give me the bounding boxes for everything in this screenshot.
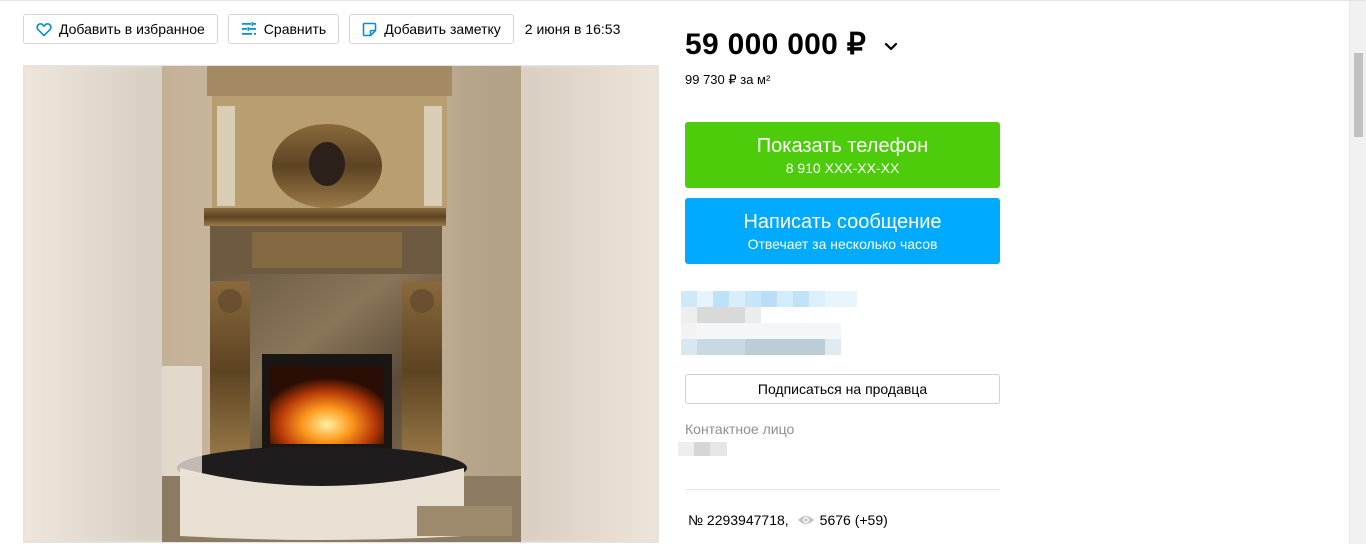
photo-gallery[interactable]: [23, 65, 659, 543]
write-message-response-time: Отвечает за несколько часов: [747, 235, 938, 252]
price-per-square-meter: 99 730 ₽ за м²: [685, 72, 771, 87]
add-to-favorites-button[interactable]: Добавить в избранное: [23, 14, 218, 44]
views-count: 5676 (+59): [819, 512, 888, 528]
show-phone-button[interactable]: Показать телефон 8 910 XXX-XX-XX: [685, 122, 1000, 188]
heart-icon: [36, 22, 52, 36]
subscribe-to-seller-button[interactable]: Подписаться на продавца: [685, 374, 1000, 404]
seller-name-pixelated[interactable]: [681, 291, 861, 359]
fireplace-photo: [162, 66, 521, 542]
divider: [685, 489, 1000, 490]
listing-number: № 2293947718,: [688, 512, 789, 528]
page-scrollbar[interactable]: [1349, 1, 1366, 544]
add-note-button[interactable]: Добавить заметку: [349, 14, 514, 44]
listing-page: Добавить в избранное Сравнить Добавить з…: [0, 0, 1366, 544]
listing-photo[interactable]: [162, 66, 521, 542]
note-icon: [362, 22, 377, 36]
compare-label: Сравнить: [263, 21, 327, 37]
show-phone-title: Показать телефон: [756, 134, 929, 157]
compare-button[interactable]: Сравнить: [227, 14, 340, 44]
chevron-down-icon[interactable]: [884, 42, 898, 51]
listing-meta: № 2293947718, 5676 (+59): [688, 512, 888, 528]
price-value: 59 000 000 ₽: [685, 28, 867, 61]
show-phone-number: 8 910 XXX-XX-XX: [785, 159, 900, 176]
scrollbar-thumb[interactable]: [1354, 53, 1363, 137]
write-message-title: Написать сообщение: [743, 210, 942, 233]
add-to-favorites-label: Добавить в избранное: [59, 21, 205, 37]
publish-date: 2 июня в 16:53: [524, 21, 621, 37]
compare-icon: [241, 22, 256, 35]
contact-person-name-pixelated: [678, 442, 728, 458]
add-note-label: Добавить заметку: [384, 21, 501, 37]
write-message-button[interactable]: Написать сообщение Отвечает за несколько…: [685, 198, 1000, 264]
listing-actions: Добавить в избранное Сравнить Добавить з…: [23, 14, 620, 44]
price: 59 000 000 ₽: [685, 27, 898, 62]
contact-person-label: Контактное лицо: [685, 421, 795, 437]
views-counter: 5676 (+59): [797, 512, 888, 528]
eye-icon: [797, 516, 814, 524]
